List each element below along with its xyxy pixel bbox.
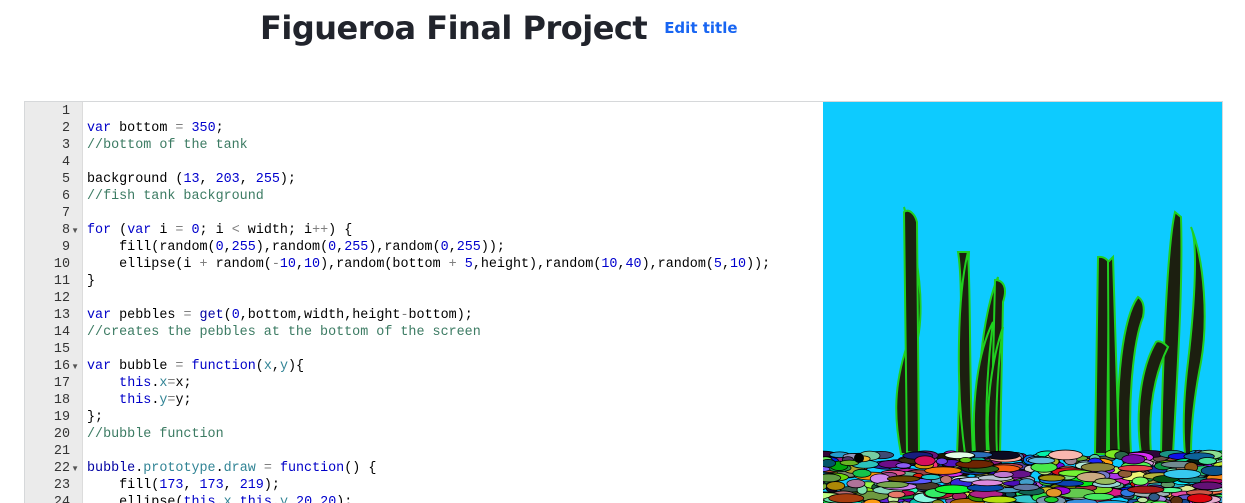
line-number: 24	[53, 495, 70, 503]
code-line[interactable]: fill(173, 173, 219);	[87, 477, 280, 494]
code-line[interactable]: //fish tank background	[87, 188, 264, 205]
code-line[interactable]: //creates the pebbles at the bottom of t…	[87, 324, 481, 341]
line-number: 6	[61, 189, 70, 204]
code-line[interactable]: fill(random(0,255),random(0,255),random(…	[87, 239, 505, 256]
pebble	[828, 493, 865, 503]
pebble	[1163, 469, 1202, 479]
line-number: 4	[61, 155, 70, 170]
code-line[interactable]: }	[87, 273, 95, 290]
line-number: 13	[53, 308, 70, 323]
pebble	[1080, 462, 1116, 472]
pebble	[1170, 496, 1183, 503]
pebble	[826, 481, 846, 491]
fold-toggle-icon[interactable]: ▼	[71, 460, 79, 477]
pebble	[971, 479, 1004, 487]
code-line[interactable]: background (13, 203, 255);	[87, 171, 296, 188]
code-line[interactable]: this.y=y;	[87, 392, 191, 409]
bubble	[854, 453, 864, 463]
pebble	[819, 458, 837, 468]
pebble	[934, 484, 972, 494]
pebble	[895, 462, 912, 469]
pebble	[1043, 496, 1059, 503]
pebble	[982, 495, 1017, 503]
code-line[interactable]: };	[87, 409, 103, 426]
pebble	[944, 451, 975, 459]
pebble	[1083, 493, 1115, 501]
pebble	[940, 475, 953, 484]
line-number: 21	[53, 444, 70, 459]
line-number: 18	[53, 393, 70, 408]
line-number: 20	[53, 427, 70, 442]
line-number: 17	[53, 376, 70, 391]
code-line[interactable]: bubble.prototype.draw = function() {	[87, 460, 376, 477]
pebble	[1027, 456, 1056, 465]
aquarium-scene	[805, 102, 1222, 503]
code-line[interactable]: var bubble = function(x,y){	[87, 358, 304, 375]
pebble	[1137, 496, 1149, 503]
line-number-gutter: 1 2 3 4 5 6 7 8 ▼ 9 10 11 12 13 14 15 16 ▼ 17 18 19 20 21 22 ▼ 23…	[25, 102, 83, 503]
pebble	[1148, 492, 1160, 502]
pebble	[1012, 483, 1040, 491]
code-editor[interactable]: var bottom = 350;//bottom of the tank bac…	[83, 102, 823, 503]
fold-toggle-icon[interactable]: ▼	[71, 358, 79, 375]
pebble	[852, 468, 872, 478]
line-number: 19	[53, 410, 70, 425]
code-line[interactable]: this.x=x;	[87, 375, 191, 392]
pebble	[920, 473, 941, 481]
pebble	[935, 457, 948, 465]
pebble	[1186, 493, 1213, 503]
line-number: 22	[53, 461, 70, 476]
pebble	[816, 473, 842, 483]
pebble	[887, 490, 906, 499]
edit-title-link[interactable]: Edit title	[664, 19, 737, 37]
pebble	[1131, 476, 1149, 486]
page-title: Figueroa Final Project	[260, 9, 648, 47]
line-number: 14	[53, 325, 70, 340]
code-line[interactable]: var pebbles = get(0,bottom,width,height-…	[87, 307, 473, 324]
pebble	[876, 481, 909, 489]
code-line[interactable]: var bottom = 350;	[87, 120, 224, 137]
editor-panel: 1 2 3 4 5 6 7 8 ▼ 9 10 11 12 13 14 15 16 ▼ 17 18 19 20 21 22 ▼ 23…	[24, 101, 1223, 503]
pebble	[846, 479, 866, 489]
line-number: 7	[61, 206, 70, 221]
pebble	[1048, 449, 1083, 461]
line-number: 2	[61, 121, 70, 136]
line-number: 8	[61, 223, 70, 238]
title-bar: Figueroa Final Project Edit title	[260, 6, 738, 50]
pebble	[959, 457, 972, 464]
code-line[interactable]: //bottom of the tank	[87, 137, 248, 154]
pebble	[1045, 488, 1063, 498]
code-line[interactable]: ellipse(i + random(-10,10),random(bottom…	[87, 256, 770, 273]
pebble	[1117, 464, 1154, 472]
line-number: 11	[53, 274, 70, 289]
line-number: 10	[53, 257, 70, 272]
code-line[interactable]: for (var i = 0; i < width; i++) {	[87, 222, 352, 239]
pebble	[1192, 481, 1222, 491]
fold-toggle-icon[interactable]: ▼	[71, 222, 79, 239]
code-line[interactable]: ellipse(this.x,this.y,20,20);	[87, 494, 352, 503]
pebble	[993, 471, 1014, 478]
code-line[interactable]: //bubble function	[87, 426, 224, 443]
line-number: 9	[61, 240, 70, 255]
line-number: 23	[53, 478, 70, 493]
seaweed-plant	[902, 209, 921, 456]
pebble	[1127, 485, 1165, 494]
line-number: 5	[61, 172, 70, 187]
pebble	[914, 455, 936, 467]
pebble	[1038, 474, 1066, 482]
pebble	[886, 475, 921, 483]
pebble	[1200, 465, 1222, 476]
pebble	[1094, 477, 1117, 485]
line-number: 3	[61, 138, 70, 153]
pebble	[1121, 454, 1146, 465]
line-number: 12	[53, 291, 70, 306]
line-number: 15	[53, 342, 70, 357]
pebble	[1198, 457, 1218, 465]
line-number: 16	[53, 359, 70, 374]
program-output-canvas[interactable]	[805, 102, 1222, 503]
line-number: 1	[61, 104, 70, 119]
